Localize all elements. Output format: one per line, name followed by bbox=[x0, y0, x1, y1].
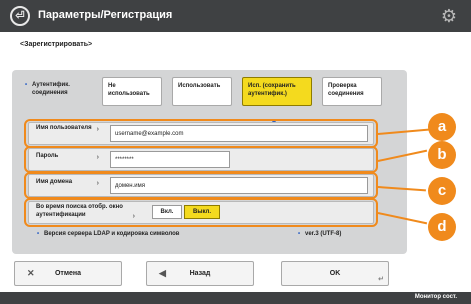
tab-connection-check[interactable]: Проверка соединения bbox=[322, 77, 382, 106]
tab-use-save-auth[interactable]: Исп. (сохранить аутентифик.) bbox=[242, 77, 312, 106]
back-button[interactable]: ◀ Назад bbox=[146, 261, 254, 286]
callout-badge-d: d bbox=[428, 213, 456, 241]
ldap-version-value: ver.3 (UTF-8) bbox=[298, 231, 341, 237]
callout-frame-c bbox=[24, 172, 378, 199]
status-bar: Монитор сост. bbox=[0, 292, 471, 304]
title-bar: ⏎ Параметры/Регистрация ⚙ bbox=[0, 0, 471, 32]
home-arrow-icon[interactable]: ⏎ bbox=[10, 6, 30, 26]
callout-badge-b: b bbox=[428, 141, 456, 169]
ok-button-label: OK bbox=[329, 270, 341, 277]
back-button-label: Назад bbox=[189, 270, 211, 277]
callout-badge-c: c bbox=[428, 177, 456, 205]
tab-use[interactable]: Использовать bbox=[172, 77, 232, 106]
callout-frame-b bbox=[24, 146, 378, 173]
enter-corner-icon: ↵ bbox=[378, 276, 384, 283]
callout-frame-d bbox=[24, 198, 378, 227]
connection-auth-tabs: Аутентифик. соединения Не использовать И… bbox=[22, 77, 382, 115]
ok-button[interactable]: OK ↵ bbox=[281, 261, 389, 286]
tab-do-not-use[interactable]: Не использовать bbox=[102, 77, 162, 106]
ldap-version-label: Версия сервера LDAP и кодировка символов bbox=[37, 231, 179, 237]
page-title: Параметры/Регистрация bbox=[38, 9, 173, 21]
callout-badge-a: a bbox=[428, 113, 456, 141]
callout-frame-a bbox=[24, 119, 378, 148]
tab-connection-auth-label: Аутентифик. соединения bbox=[22, 77, 92, 106]
cancel-button[interactable]: ✕ Отмена bbox=[14, 261, 122, 286]
cancel-button-label: Отмена bbox=[54, 270, 82, 277]
gear-icon[interactable]: ⚙ bbox=[438, 5, 460, 27]
status-monitor-button[interactable]: Монитор сост. bbox=[415, 294, 457, 300]
section-label: <Зарегистрировать> bbox=[20, 41, 93, 48]
